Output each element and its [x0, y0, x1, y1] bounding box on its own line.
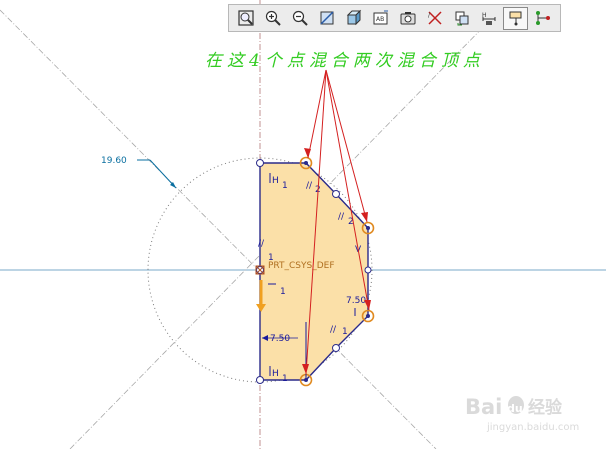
saved-view-icon: [399, 9, 417, 27]
baidu-watermark: Bai du 经验 jingyan.baidu.com: [465, 395, 579, 433]
horizontal-constraint-top-index: 1: [282, 181, 288, 191]
display-vertices-button[interactable]: [449, 7, 474, 30]
perpendicular-constraint-origin-index: 1: [280, 287, 286, 297]
watermark-brand-2: du: [507, 402, 523, 415]
display-constraints-icon: /: [426, 9, 444, 27]
parallel-index: 1: [342, 327, 348, 337]
left-width-dimension[interactable]: 7.50: [270, 334, 290, 344]
shading-button[interactable]: [341, 7, 366, 30]
csys-label: PRT_CSYS_DEF: [268, 261, 335, 271]
blend-vertex-dot: [366, 226, 370, 230]
display-vertices-icon: [453, 9, 471, 27]
repaint-button[interactable]: [314, 7, 339, 30]
vertex[interactable]: [256, 159, 264, 167]
watermark-brand: Bai: [465, 395, 502, 419]
sketch-settings-icon: [507, 9, 525, 27]
horizontal-constraint-top: H: [272, 176, 279, 186]
vertex[interactable]: [332, 190, 340, 198]
refit-button[interactable]: [233, 7, 258, 30]
zoom-out-icon: [291, 9, 309, 27]
radius-dimension[interactable]: 19.60: [101, 156, 127, 166]
parallel-constraint-right-upper: //: [338, 212, 345, 222]
orient-icon: AB: [372, 9, 390, 27]
zoom-in-icon: [264, 9, 282, 27]
zoom-in-button[interactable]: [260, 7, 285, 30]
vertex[interactable]: [256, 376, 264, 384]
sketch-profile[interactable]: [259, 162, 369, 381]
blend-vertex-dot: [366, 314, 370, 318]
blend-vertex-dot: [304, 161, 308, 165]
right-width-dimension[interactable]: 7.50: [346, 296, 366, 306]
display-constraints-button[interactable]: /: [422, 7, 447, 30]
svg-text:AB: AB: [376, 16, 384, 23]
refit-icon: [237, 9, 255, 27]
diagonal-centerline-a: [0, 9, 437, 449]
view-toolbar: AB / H: [228, 4, 561, 32]
zoom-out-button[interactable]: [287, 7, 312, 30]
repaint-icon: [318, 9, 336, 27]
horizontal-constraint-bottom-index: 1: [282, 374, 288, 384]
sketch-settings-button[interactable]: [503, 6, 528, 30]
perpendicular-constraint-origin: 1: [268, 253, 274, 263]
horizontal-constraint-bottom: H: [272, 369, 279, 379]
vertex[interactable]: [364, 266, 372, 274]
display-points-button[interactable]: [530, 7, 555, 30]
annotation-arrowhead: [361, 212, 368, 222]
parallel-constraint-mid-left: //: [258, 239, 265, 249]
shading-icon: [345, 9, 363, 27]
parallel-constraint-right-lower: //: [330, 325, 337, 335]
saved-view-button[interactable]: [395, 7, 420, 30]
display-dimensions-icon: H: [480, 9, 498, 27]
display-dimensions-button[interactable]: H: [476, 7, 501, 30]
parallel-constraint-top-left: //: [306, 181, 313, 191]
watermark-brand-cn: 经验: [528, 397, 563, 418]
orient-button[interactable]: AB: [368, 7, 393, 30]
watermark-url: jingyan.baidu.com: [486, 422, 579, 433]
vertex[interactable]: [332, 344, 340, 352]
annotation-arrowhead: [304, 148, 311, 158]
display-points-icon: [534, 9, 552, 27]
annotation-text: 在这4个点混合两次混合顶点: [205, 51, 485, 71]
